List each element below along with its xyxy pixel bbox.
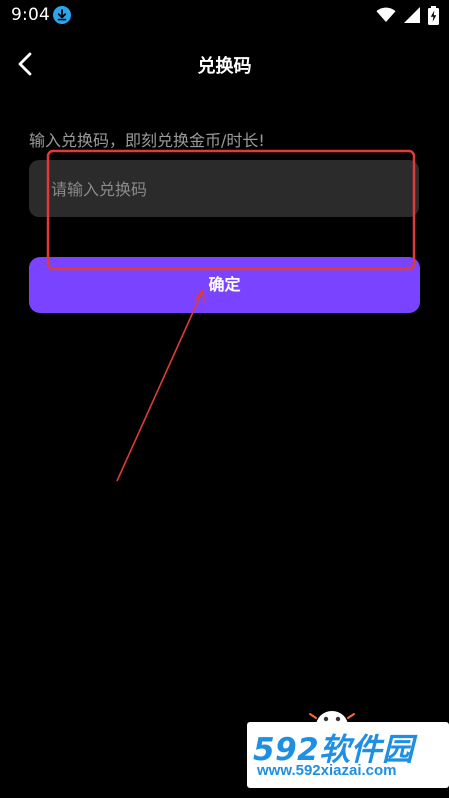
- annotation-arrow: [116, 289, 204, 482]
- signal-icon: [404, 7, 420, 23]
- wifi-icon: [376, 7, 396, 22]
- status-time: 9:04: [11, 5, 50, 25]
- redeem-code-input[interactable]: [49, 160, 413, 219]
- confirm-button[interactable]: 确定: [29, 257, 420, 313]
- annotation-overlay: [46, 149, 416, 482]
- status-bar: 9:04: [0, 0, 449, 32]
- redeem-code-field[interactable]: [29, 160, 419, 219]
- watermark-url: www.592xiazai.com: [257, 762, 397, 779]
- header: 兑换码: [0, 38, 449, 90]
- download-icon: [53, 6, 71, 24]
- status-icons: [376, 5, 439, 25]
- page-title: 兑换码: [197, 56, 252, 77]
- instruction-text: 输入兑换码，即刻兑换金币/时长!: [29, 131, 265, 150]
- watermark: 592软件园 www.592xiazai.com: [247, 704, 449, 798]
- battery-charging-icon: [428, 5, 439, 25]
